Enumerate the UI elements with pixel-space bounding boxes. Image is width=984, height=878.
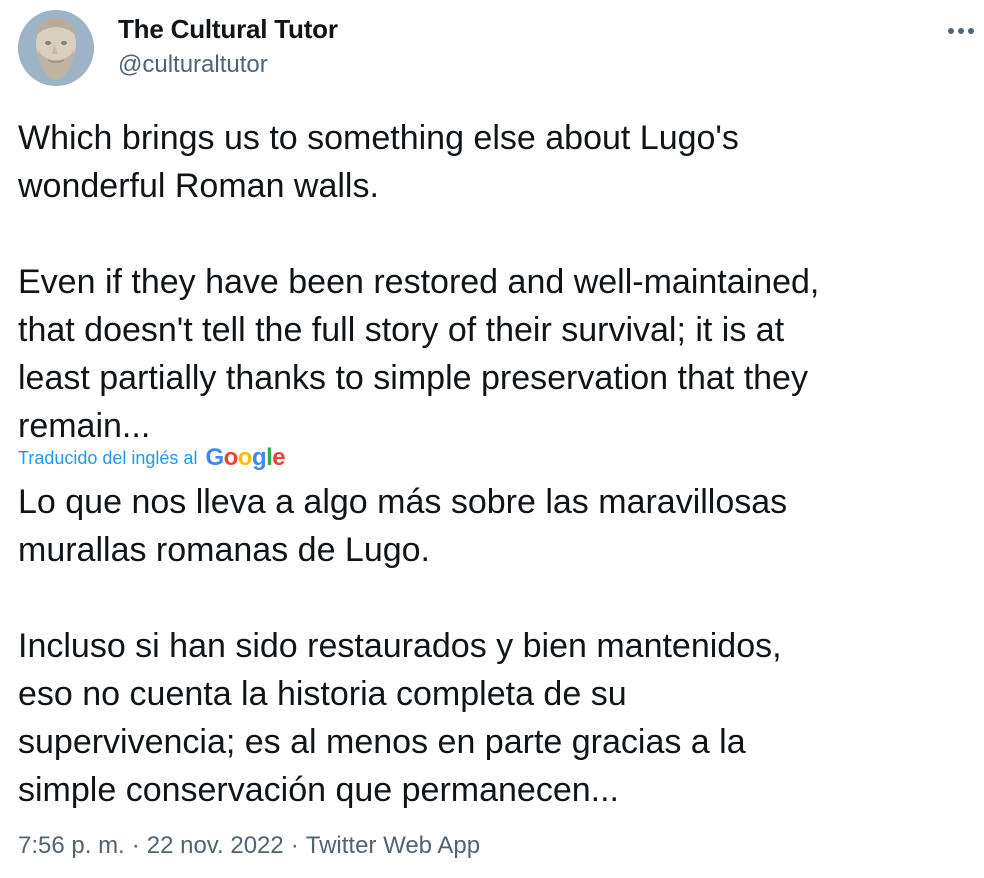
tweet-original-text: Which brings us to something else about …	[18, 119, 820, 445]
author-display-name[interactable]: The Cultural Tutor	[118, 14, 338, 45]
google-logo-letter: e	[272, 444, 286, 471]
google-logo-letter: G	[205, 444, 224, 471]
tweet-source-app[interactable]: Twitter Web App	[306, 832, 480, 860]
google-logo-letter: o	[223, 444, 239, 471]
tweet-metadata: 7:56 p. m. · 22 nov. 2022 · Twitter Web …	[18, 832, 480, 860]
translation-label: Traducido del inglés al	[18, 447, 198, 468]
more-options-button[interactable]	[944, 14, 978, 48]
author-handle[interactable]: @culturaltutor	[118, 51, 268, 79]
google-logo: Google	[205, 444, 285, 472]
google-logo-letter: o	[237, 444, 253, 471]
tweet-date[interactable]: 22 nov. 2022	[147, 832, 284, 860]
translation-attribution[interactable]: Traducido del inglés al Google	[18, 444, 286, 472]
meta-separator: ·	[131, 832, 140, 859]
google-logo-letter: g	[251, 444, 267, 471]
avatar[interactable]	[18, 10, 94, 86]
bearded-statue-avatar-icon	[18, 10, 94, 86]
tweet-translated-text: Lo que nos lleva a algo más sobre las ma…	[18, 483, 788, 809]
tweet-time[interactable]: 7:56 p. m.	[18, 832, 125, 860]
tweet: The Cultural Tutor @culturaltutor Which …	[0, 0, 984, 878]
more-options-icon	[948, 28, 974, 34]
meta-separator: ·	[290, 832, 299, 859]
